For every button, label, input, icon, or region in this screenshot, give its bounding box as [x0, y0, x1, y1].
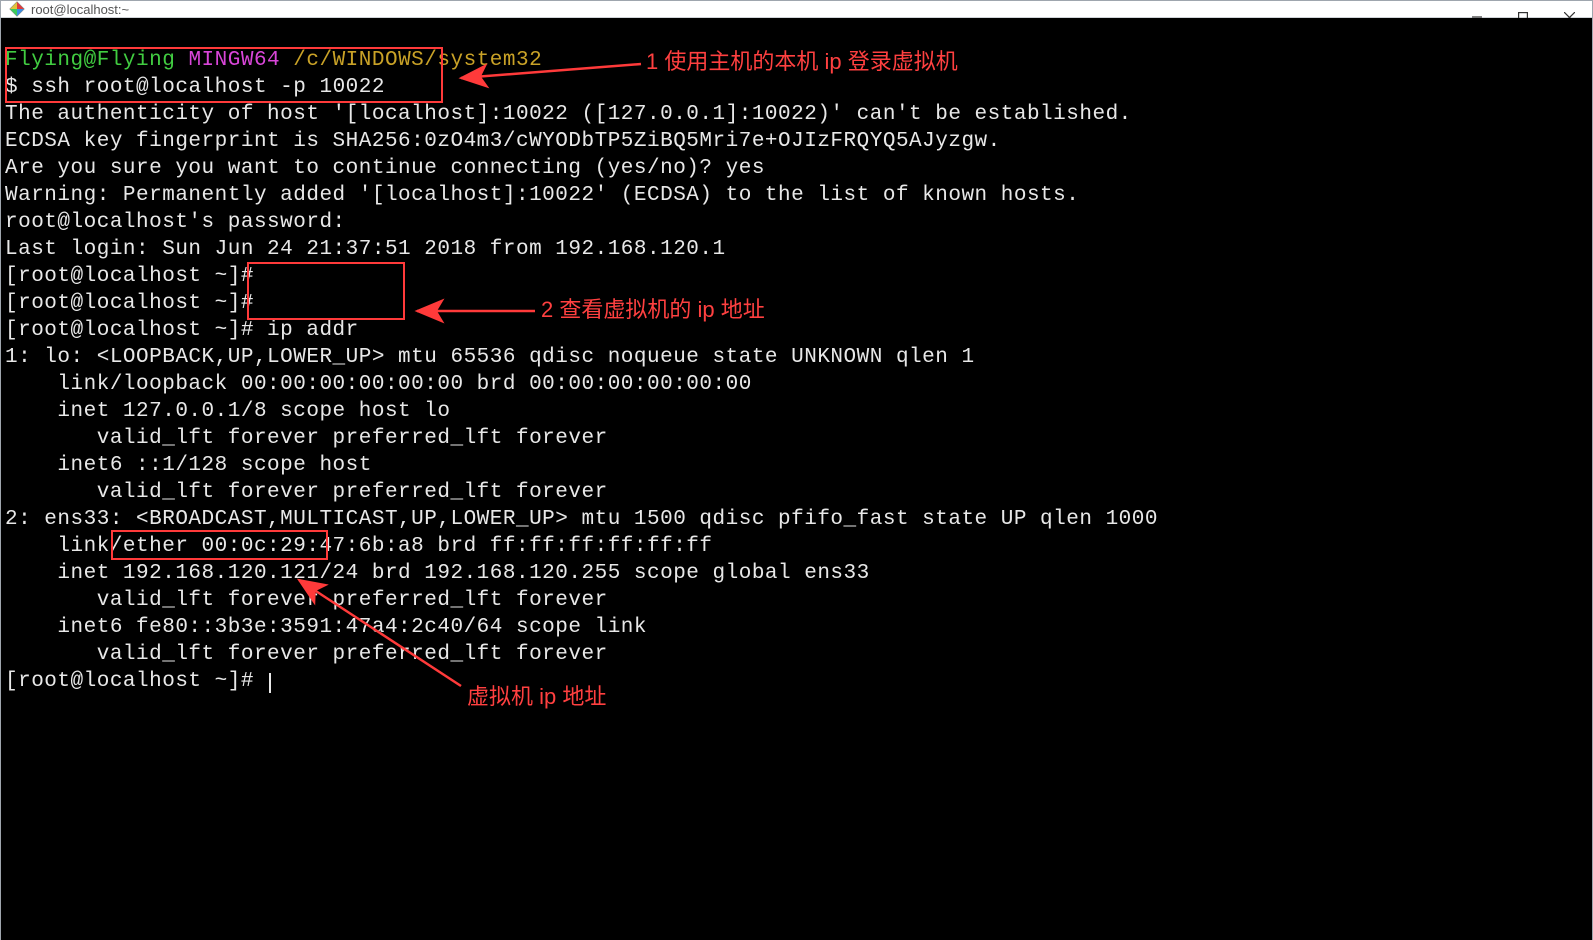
- term-line: link/loopback 00:00:00:00:00:00 brd 00:0…: [5, 373, 752, 396]
- titlebar: root@localhost:~: [1, 1, 1592, 18]
- term-line: valid_lft forever preferred_lft forever: [5, 481, 608, 504]
- term-line: valid_lft forever preferred_lft forever: [5, 589, 608, 612]
- highlight-box-ipaddr: [247, 262, 405, 320]
- term-line: valid_lft forever preferred_lft forever: [5, 643, 608, 666]
- window-title: root@localhost:~: [31, 2, 129, 17]
- term-line: [root@localhost ~]#: [5, 292, 267, 315]
- term-line: [root@localhost ~]# ip addr: [5, 319, 359, 342]
- term-line: Are you sure you want to continue connec…: [5, 157, 765, 180]
- highlight-box-ssh: [5, 47, 443, 103]
- app-icon: [9, 1, 25, 17]
- term-line: 2: ens33: <BROADCAST,MULTICAST,UP,LOWER_…: [5, 508, 1158, 531]
- term-line: Warning: Permanently added '[localhost]:…: [5, 184, 1079, 207]
- term-line: inet6 ::1/128 scope host: [5, 454, 372, 477]
- prompt-ps1: [root@localhost ~]#: [5, 319, 267, 342]
- annotation-3: 虚拟机 ip 地址: [467, 683, 606, 710]
- term-line: inet6 fe80::3b3e:3591:47a4:2c40/64 scope…: [5, 616, 647, 639]
- ipaddr-command: ip addr: [267, 319, 359, 342]
- annotation-1: 1 使用主机的本机 ip 登录虚拟机: [646, 48, 958, 75]
- annotation-2: 2 查看虚拟机的 ip 地址: [541, 296, 765, 323]
- term-line: The authenticity of host '[localhost]:10…: [5, 103, 1132, 126]
- term-line: Last login: Sun Jun 24 21:37:51 2018 fro…: [5, 238, 726, 261]
- window: root@localhost:~ Flying@Flying MINGW64 /…: [0, 0, 1593, 940]
- term-line: inet 192.168.120.121/24 brd 192.168.120.…: [5, 562, 870, 585]
- prompt-ps1: [root@localhost ~]#: [5, 670, 267, 693]
- cursor: [269, 673, 271, 693]
- terminal[interactable]: Flying@Flying MINGW64 /c/WINDOWS/system3…: [1, 18, 1592, 940]
- term-line: valid_lft forever preferred_lft forever: [5, 427, 608, 450]
- term-line: inet 127.0.0.1/8 scope host lo: [5, 400, 450, 423]
- term-line: root@localhost's password:: [5, 211, 346, 234]
- highlight-box-ip: [111, 530, 328, 560]
- term-line: [root@localhost ~]#: [5, 670, 271, 693]
- term-line: 1: lo: <LOOPBACK,UP,LOWER_UP> mtu 65536 …: [5, 346, 975, 369]
- term-line: [root@localhost ~]#: [5, 265, 267, 288]
- term-line: ECDSA key fingerprint is SHA256:0zO4m3/c…: [5, 130, 1001, 153]
